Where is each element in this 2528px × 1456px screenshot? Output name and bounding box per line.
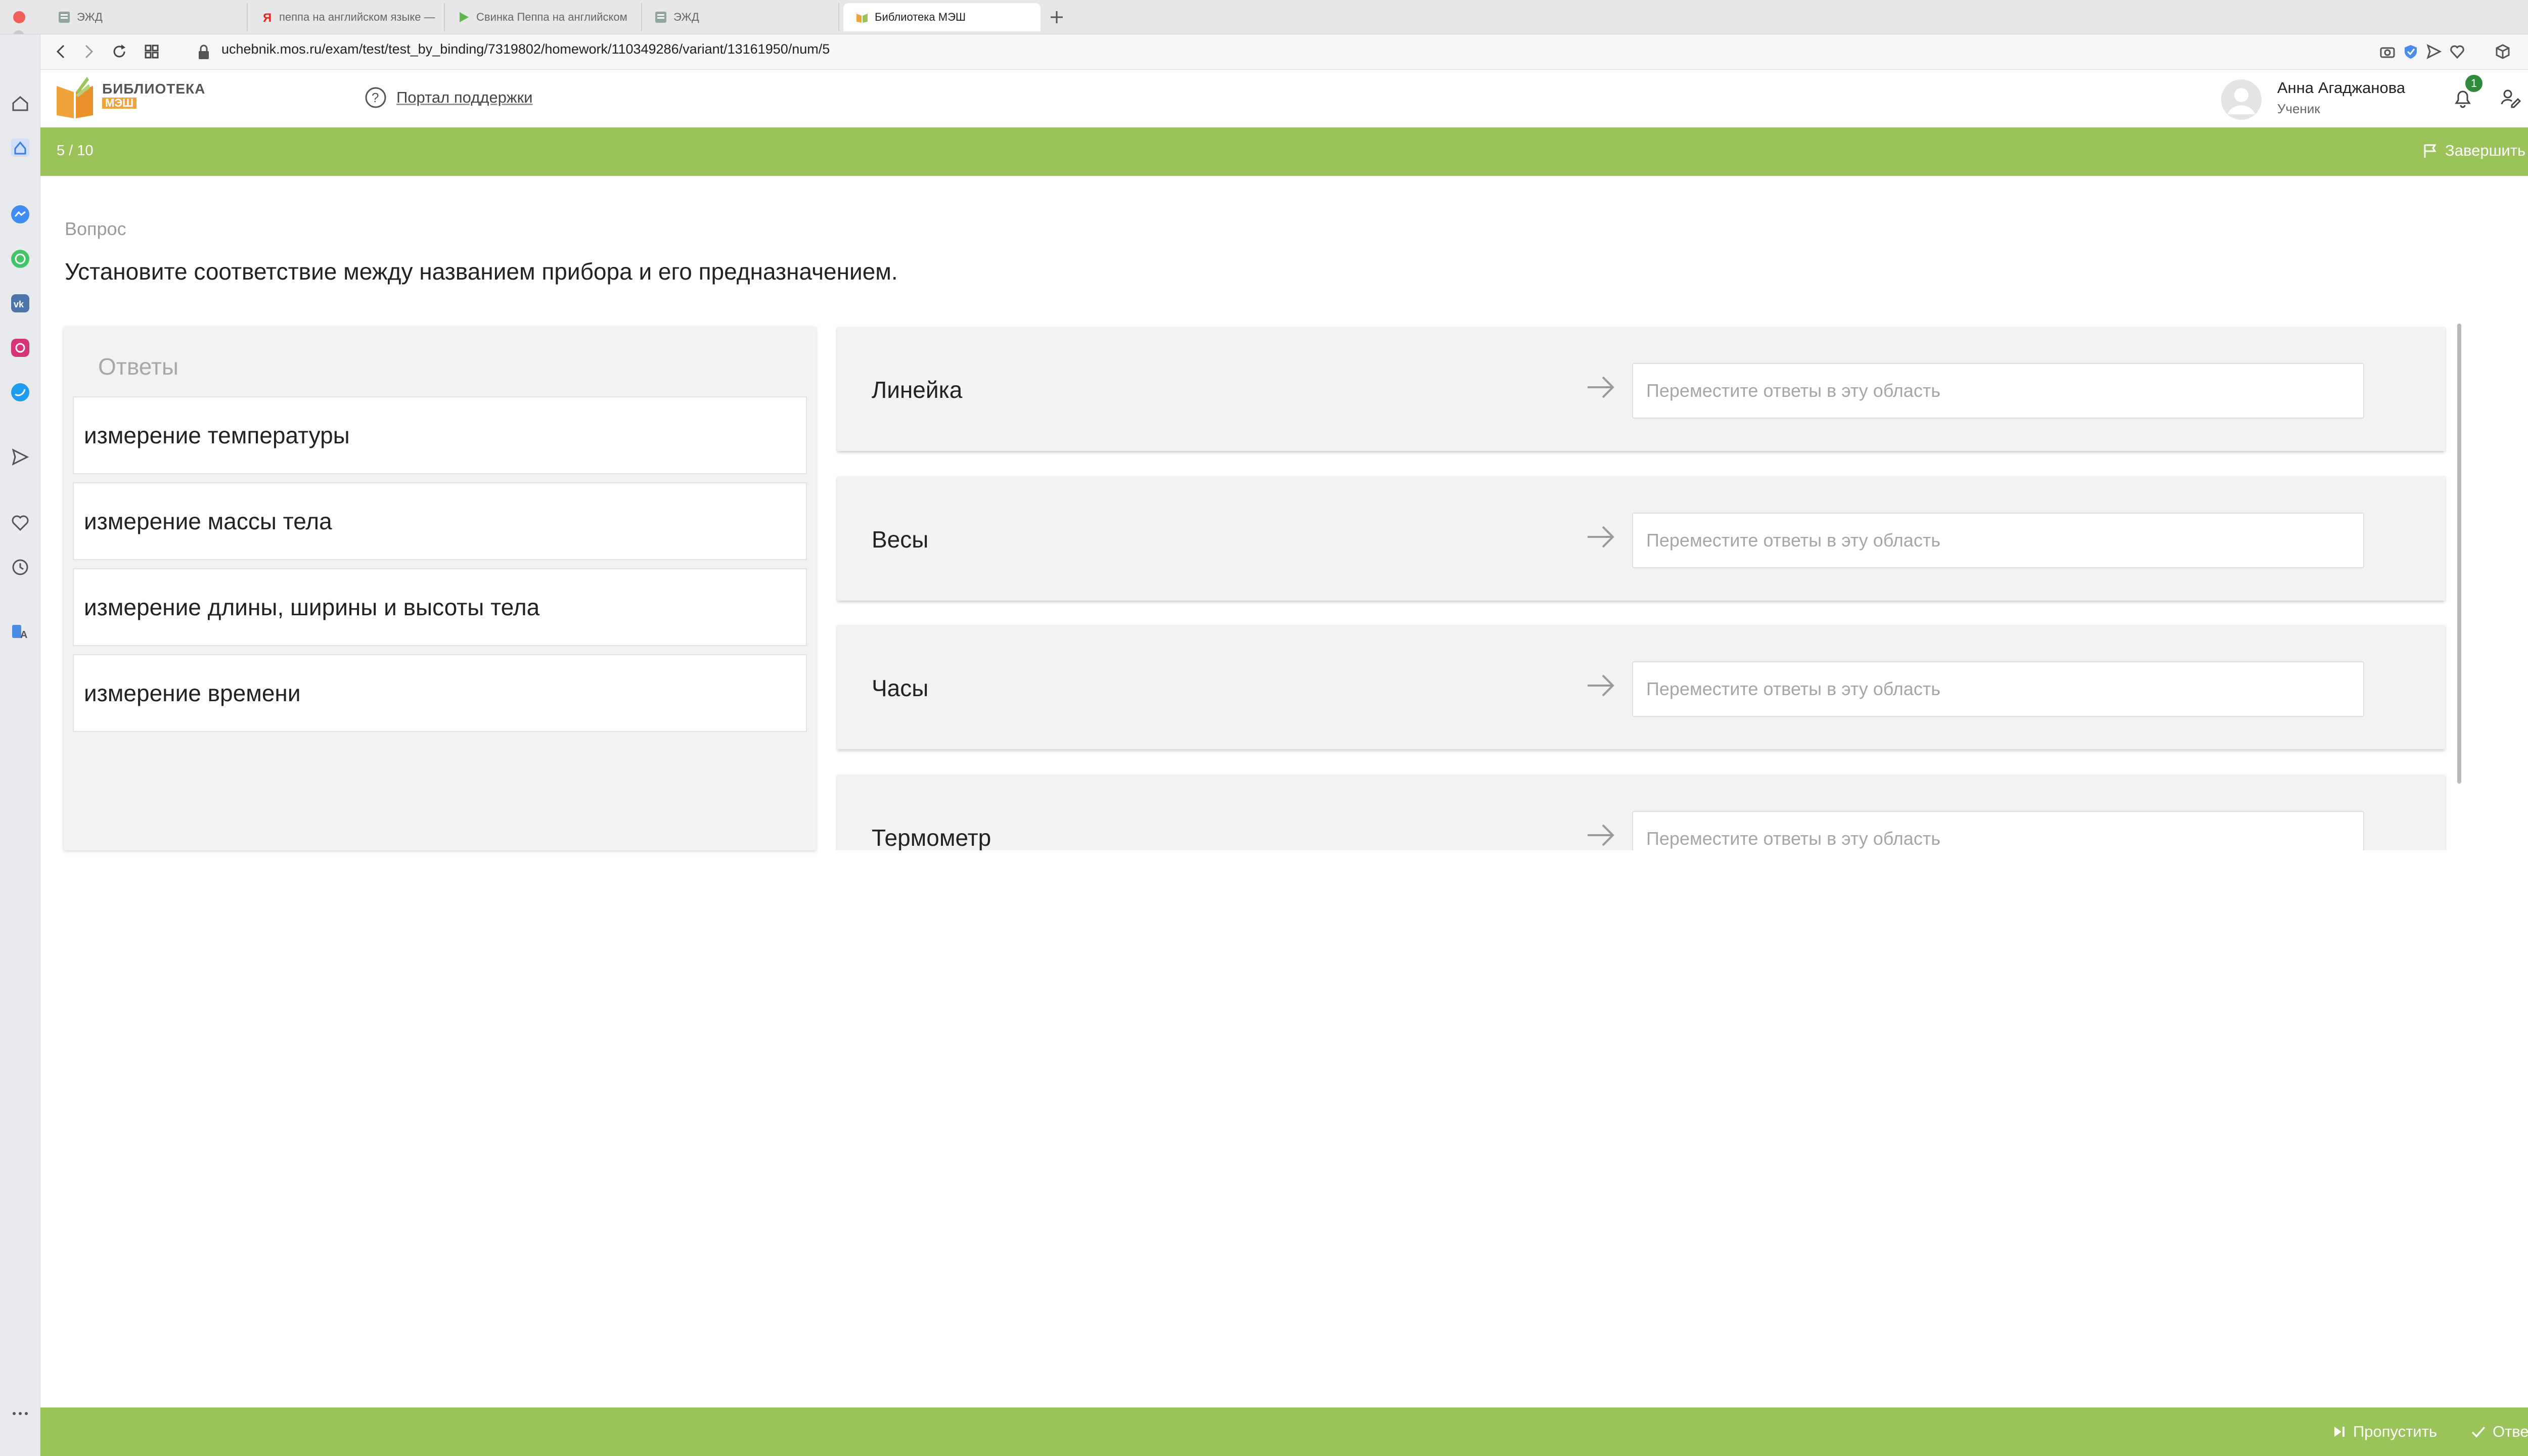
heart-icon[interactable]	[8, 511, 32, 535]
device-label: Линейка	[872, 377, 963, 403]
skip-icon	[2332, 1424, 2347, 1439]
svg-text:vk: vk	[14, 299, 24, 309]
logo-title: БИБЛИОТЕКА	[102, 81, 206, 97]
progress-bar	[40, 127, 2528, 176]
answers-title: Ответы	[98, 353, 178, 380]
match-row: Термометр Переместите ответы в эту облас…	[837, 775, 2445, 850]
video-play-icon	[457, 11, 470, 24]
browser-tab-title: Свинка Пеппа на английском	[476, 11, 627, 23]
browser-tab-title: ЭЖД	[673, 11, 699, 23]
translate-icon[interactable]: A	[8, 620, 32, 644]
more-icon[interactable]	[8, 1401, 32, 1426]
library-logo[interactable]	[54, 75, 96, 119]
answer-label: Ответить	[2493, 1423, 2528, 1440]
support-portal-link[interactable]: Портал поддержки	[396, 88, 533, 107]
reload-icon[interactable]	[110, 42, 128, 61]
forward-icon[interactable]	[79, 42, 97, 61]
browser-tab-title: Библиотека МЭШ	[875, 11, 966, 23]
match-row: Часы Переместите ответы в эту область	[837, 625, 2445, 749]
browser-tab[interactable]: Свинка Пеппа на английском	[445, 3, 642, 31]
cube-icon[interactable]	[2495, 43, 2511, 60]
shield-icon[interactable]	[2403, 43, 2419, 60]
answer-drop-zone[interactable]: Переместите ответы в эту область	[1632, 513, 2364, 568]
lock-icon	[196, 43, 211, 61]
twitter-icon[interactable]	[8, 380, 32, 404]
finish-test-label: Завершить тест	[2445, 142, 2528, 159]
answer-text: измерение температуры	[84, 422, 350, 448]
edj-icon	[58, 11, 71, 24]
browser-tab-title: ЭЖД	[77, 11, 103, 23]
answer-card[interactable]: измерение времени	[73, 654, 807, 732]
download-icon[interactable]	[2526, 43, 2528, 60]
browser-tab[interactable]: ЭЖД	[642, 3, 839, 31]
device-label: Термометр	[872, 825, 991, 850]
back-icon[interactable]	[53, 42, 71, 61]
new-tab-button[interactable]	[1047, 7, 1067, 27]
camera-icon[interactable]	[2379, 43, 2396, 60]
send-icon[interactable]	[8, 445, 32, 469]
user-role: Ученик	[2277, 101, 2320, 116]
arrow-right-icon	[1585, 521, 1617, 553]
speed-dial-icon[interactable]	[8, 135, 32, 160]
match-row: Весы Переместите ответы в эту область	[837, 476, 2445, 601]
scrollbar[interactable]	[2457, 324, 2461, 784]
answer-button[interactable]: Ответить	[2470, 1416, 2528, 1448]
match-row: Линейка Переместите ответы в эту область	[837, 327, 2445, 451]
arrow-right-icon	[1585, 371, 1617, 403]
url-text[interactable]: uchebnik.mos.ru/exam/test/test_by_bindin…	[221, 41, 830, 57]
heart-icon[interactable]	[2449, 43, 2465, 60]
browser-tab-title: пеппа на английском языке —	[279, 11, 435, 23]
question-counter: 5 / 10	[57, 143, 94, 159]
skip-button[interactable]: Пропустить	[2332, 1416, 2437, 1448]
svg-text:?: ?	[372, 90, 379, 105]
history-icon[interactable]	[8, 555, 32, 579]
logo-subtitle: МЭШ	[102, 98, 137, 109]
finish-test-button[interactable]: Завершить тест	[2422, 136, 2528, 165]
user-name: Анна Агаджанова	[2277, 79, 2406, 97]
messenger-icon[interactable]	[8, 202, 32, 226]
notification-badge: 1	[2465, 75, 2482, 92]
question-label: Вопрос	[65, 218, 126, 239]
arrow-right-icon	[1585, 669, 1617, 702]
browser-tab[interactable]: Я пеппа на английском языке —	[248, 3, 445, 31]
device-label: Весы	[872, 526, 929, 553]
bottom-action-bar	[40, 1407, 2528, 1456]
svg-text:A: A	[20, 629, 27, 641]
svg-text:Я: Я	[263, 11, 272, 24]
answer-card[interactable]: измерение длины, ширины и высоты тела	[73, 568, 807, 646]
library-icon	[855, 11, 869, 24]
user-edit-icon[interactable]	[2499, 86, 2522, 109]
question-text: Установите соответствие между названием …	[65, 258, 898, 285]
browser-tab-active[interactable]: Библиотека МЭШ	[843, 3, 1041, 31]
answer-text: измерение массы тела	[84, 508, 332, 534]
tabs-grid-icon[interactable]	[143, 42, 161, 61]
yandex-icon: Я	[260, 11, 273, 24]
home-icon[interactable]	[8, 91, 32, 115]
whatsapp-icon[interactable]	[8, 247, 32, 271]
answer-drop-zone[interactable]: Переместите ответы в эту область	[1632, 363, 2364, 419]
close-window-button[interactable]	[13, 11, 25, 23]
help-icon[interactable]: ?	[364, 86, 387, 109]
edj-icon	[654, 11, 667, 24]
send-icon[interactable]	[2426, 43, 2442, 60]
targets-scroll-area[interactable]: Линейка Переместите ответы в эту область…	[835, 327, 2451, 850]
answer-text: измерение длины, ширины и высоты тела	[84, 594, 540, 620]
answer-text: измерение времени	[84, 680, 301, 706]
avatar[interactable]	[2221, 79, 2262, 120]
answer-drop-zone[interactable]: Переместите ответы в эту область	[1632, 661, 2364, 717]
browser-tab[interactable]: ЭЖД	[46, 3, 248, 31]
instagram-icon[interactable]	[8, 336, 32, 360]
answer-card[interactable]: измерение массы тела	[73, 482, 807, 560]
arrow-right-icon	[1585, 819, 1617, 850]
device-label: Часы	[872, 675, 929, 701]
check-icon	[2470, 1424, 2487, 1440]
answer-card[interactable]: измерение температуры	[73, 396, 807, 474]
skip-label: Пропустить	[2353, 1423, 2437, 1440]
answer-drop-zone[interactable]: Переместите ответы в эту область	[1632, 811, 2364, 850]
vk-icon[interactable]: vk	[8, 291, 32, 315]
flag-icon	[2422, 143, 2438, 159]
